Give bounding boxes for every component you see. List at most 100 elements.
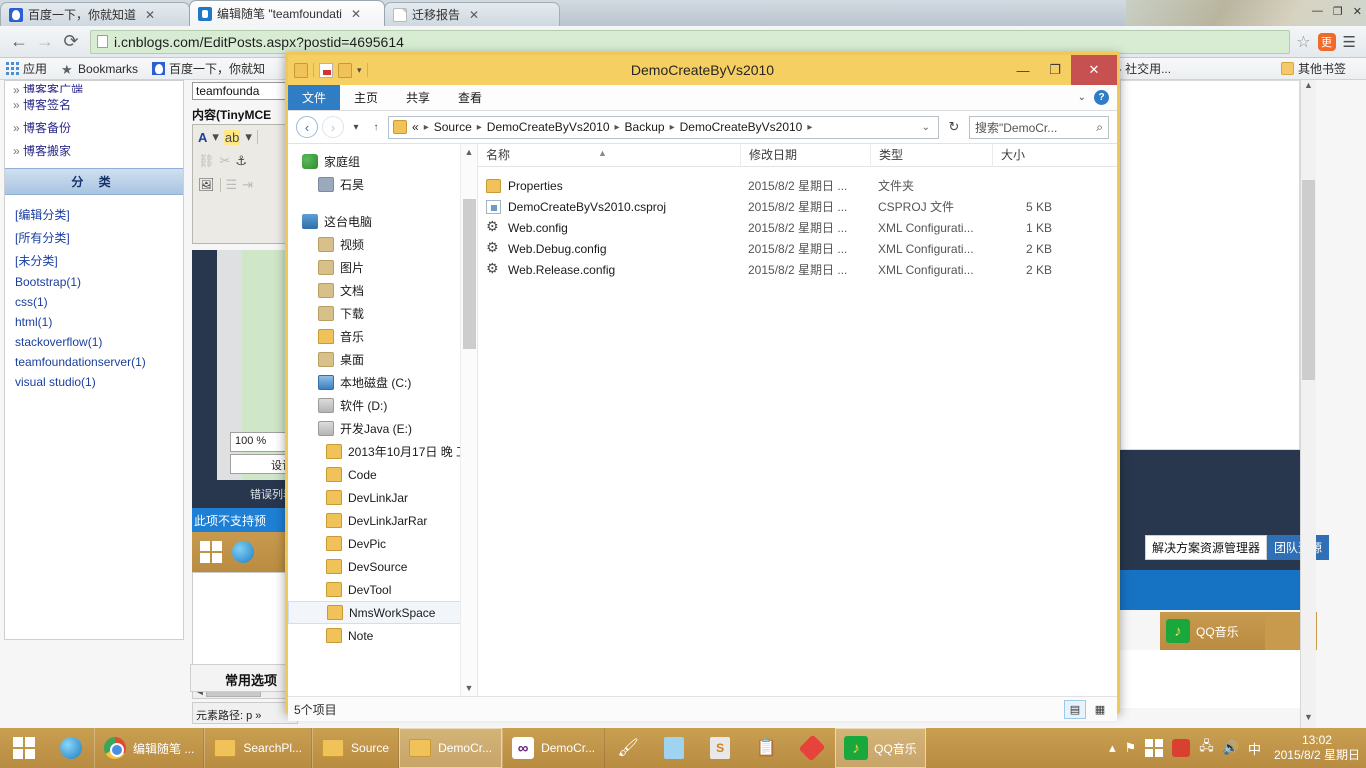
bookmark-other-folder[interactable]: 其他书签 xyxy=(1280,60,1346,77)
taskbar-pin-paint[interactable]: 🖌 xyxy=(605,728,651,768)
category-item-stackoverflow[interactable]: stackoverflow(1) xyxy=(15,332,173,352)
refresh-icon[interactable]: ↻ xyxy=(943,119,965,135)
blog-link-item[interactable]: 博客搬家 xyxy=(11,139,177,162)
post-title-input[interactable]: teamfounda xyxy=(192,82,298,100)
close-icon[interactable]: ✕ xyxy=(350,7,362,21)
category-item-html[interactable]: html(1) xyxy=(15,312,173,332)
list-icon[interactable]: ☰ xyxy=(226,177,238,193)
chrome-maximize-button[interactable]: ❐ xyxy=(1333,5,1343,18)
explorer-titlebar[interactable]: ▾ DemoCreateByVs2010 — ❐ ✕ xyxy=(288,55,1117,85)
nav-item-drive-c[interactable]: 本地磁盘 (C:) xyxy=(288,371,477,394)
nav-item-folder-devlinkjar[interactable]: DevLinkJar xyxy=(288,486,477,509)
details-view-icon[interactable]: ▤ xyxy=(1064,699,1086,719)
nav-item-downloads[interactable]: 下载 xyxy=(288,302,477,325)
close-button[interactable]: ✕ xyxy=(1071,55,1117,85)
recent-locations-icon[interactable]: ▾ xyxy=(348,122,364,133)
breadcrumb-item-democreatebyvs2010[interactable]: DemoCreateByVs2010 xyxy=(487,120,610,134)
nav-item-drive-e[interactable]: 开发Java (E:) xyxy=(288,417,477,440)
minimize-button[interactable]: — xyxy=(1007,55,1039,85)
maximize-button[interactable]: ❐ xyxy=(1039,55,1071,85)
nav-item-folder-2013[interactable]: 2013年10月17日 晚 工 xyxy=(288,440,477,463)
network-icon[interactable]: 🖧 xyxy=(1199,737,1214,759)
taskbar-item-searchpl[interactable]: SearchPl... xyxy=(204,728,313,768)
scroll-down-icon[interactable]: ▼ xyxy=(461,680,477,696)
breadcrumb-dropdown-icon[interactable]: ⌄ xyxy=(922,122,934,133)
taskbar-item-qq-music[interactable]: ♪ QQ音乐 xyxy=(835,728,926,768)
anchor-icon[interactable]: ⚓ xyxy=(235,153,247,169)
ribbon-tab-view[interactable]: 查看 xyxy=(444,85,496,110)
table-row[interactable]: Web.config 2015/8/2 星期日 ... XML Configur… xyxy=(478,217,1117,238)
windows-logo-icon[interactable] xyxy=(1145,739,1164,757)
category-item-tfs[interactable]: teamfoundationserver(1) xyxy=(15,352,173,372)
blog-link-item[interactable]: 博客客广端 xyxy=(11,83,177,93)
ribbon-tab-file[interactable]: 文件 xyxy=(288,85,341,110)
chrome-minimize-button[interactable]: — xyxy=(1312,5,1323,17)
extension-icon[interactable]: 更 xyxy=(1317,32,1336,51)
expand-ribbon-icon[interactable]: ⌄ xyxy=(1078,92,1086,103)
chevron-down-icon[interactable]: ▾ xyxy=(245,129,252,145)
nav-item-pictures[interactable]: 图片 xyxy=(288,256,477,279)
breadcrumb-item-source[interactable]: Source xyxy=(434,120,472,134)
bookmark-star-icon[interactable]: ☆ xyxy=(1296,32,1310,52)
category-item-bootstrap[interactable]: Bootstrap(1) xyxy=(15,272,173,292)
taskbar-item-visual-studio[interactable]: ∞ DemoCr... xyxy=(502,728,606,768)
address-bar[interactable]: i.cnblogs.com/EditPosts.aspx?postid=4695… xyxy=(90,29,1291,54)
close-icon[interactable]: ✕ xyxy=(144,8,156,22)
nav-item-documents[interactable]: 文档 xyxy=(288,279,477,302)
taskbar-item-chrome[interactable]: 编辑随笔 ... xyxy=(94,728,205,768)
scroll-thumb[interactable] xyxy=(463,199,476,349)
taskbar-pin-foxmail[interactable] xyxy=(789,728,835,768)
folder-icon[interactable] xyxy=(294,62,308,78)
taskbar-pin-reader[interactable] xyxy=(651,728,697,768)
new-folder-icon[interactable] xyxy=(338,62,352,78)
taskbar-item-source[interactable]: Source xyxy=(312,728,400,768)
link-icon[interactable]: ⛓ xyxy=(198,153,215,169)
indent-icon[interactable]: ⇥ xyxy=(242,177,253,193)
nav-item-desktop[interactable]: 桌面 xyxy=(288,348,477,371)
nav-item-user[interactable]: 石昊 xyxy=(288,173,477,196)
back-icon[interactable]: ← xyxy=(6,29,32,55)
scroll-up-icon[interactable]: ▲ xyxy=(1301,80,1316,96)
tab-solution-explorer[interactable]: 解决方案资源管理器 xyxy=(1145,535,1268,560)
forward-icon[interactable]: › xyxy=(322,116,344,138)
nav-pane-scrollbar[interactable]: ▲ ▼ xyxy=(460,144,477,696)
category-item-edit[interactable]: [编辑分类] xyxy=(15,203,173,226)
ribbon-tab-home[interactable]: 主页 xyxy=(340,85,392,110)
ribbon-tab-share[interactable]: 共享 xyxy=(392,85,444,110)
nav-item-music[interactable]: 音乐 xyxy=(288,325,477,348)
tab-team-explorer[interactable]: 团队资源 xyxy=(1267,535,1330,560)
nav-item-folder-nmsworkspace[interactable]: NmsWorkSpace xyxy=(288,601,477,624)
bookmark-baidu[interactable]: 百度一下，你就知 xyxy=(152,60,265,77)
unlink-icon[interactable]: ✂ xyxy=(220,153,231,169)
nav-item-folder-devsource[interactable]: DevSource xyxy=(288,555,477,578)
nav-item-homegroup[interactable]: 家庭组 xyxy=(288,150,477,173)
browser-tab-baidu[interactable]: 百度一下，你就知道 ✕ xyxy=(0,2,190,26)
scroll-down-icon[interactable]: ▼ xyxy=(1301,712,1316,728)
reload-icon[interactable]: ⟳ xyxy=(58,29,84,55)
nav-item-folder-devlinkjarrar[interactable]: DevLinkJarRar xyxy=(288,509,477,532)
browser-tab-migration-report[interactable]: 迁移报告 ✕ xyxy=(384,2,560,26)
category-item-css[interactable]: css(1) xyxy=(15,292,173,312)
column-header-date[interactable]: 修改日期 xyxy=(740,143,870,167)
clock[interactable]: 13:02 2015/8/2 星期日 xyxy=(1270,733,1360,763)
search-input[interactable]: 搜索"DemoCr... ⌕ xyxy=(969,115,1109,139)
properties-icon[interactable] xyxy=(319,62,333,78)
edit-image-icon[interactable]: 🖼 xyxy=(198,177,215,193)
dropdown-caret-icon[interactable]: ▾ xyxy=(357,65,362,76)
forward-icon[interactable]: → xyxy=(32,29,58,55)
scroll-up-icon[interactable]: ▲ xyxy=(461,144,477,161)
page-vscrollbar[interactable]: ▲ ▼ xyxy=(1300,80,1316,728)
table-row[interactable]: Web.Release.config 2015/8/2 星期日 ... XML … xyxy=(478,259,1117,280)
help-icon[interactable]: ? xyxy=(1094,90,1109,105)
highlight-icon[interactable]: ab xyxy=(223,129,241,145)
taskbar-pin-ie[interactable] xyxy=(48,728,94,768)
start-button[interactable] xyxy=(0,728,48,768)
nav-item-folder-code[interactable]: Code xyxy=(288,463,477,486)
breadcrumb-item-backup[interactable]: Backup xyxy=(625,120,665,134)
taskbar-pin-sogou[interactable]: S xyxy=(697,728,743,768)
page-info-icon[interactable] xyxy=(97,35,108,48)
nav-item-videos[interactable]: 视频 xyxy=(288,233,477,256)
volume-icon[interactable]: 🔊 xyxy=(1223,740,1239,756)
category-item-vs[interactable]: visual studio(1) xyxy=(15,372,173,392)
table-row[interactable]: Properties 2015/8/2 星期日 ... 文件夹 xyxy=(478,175,1117,196)
